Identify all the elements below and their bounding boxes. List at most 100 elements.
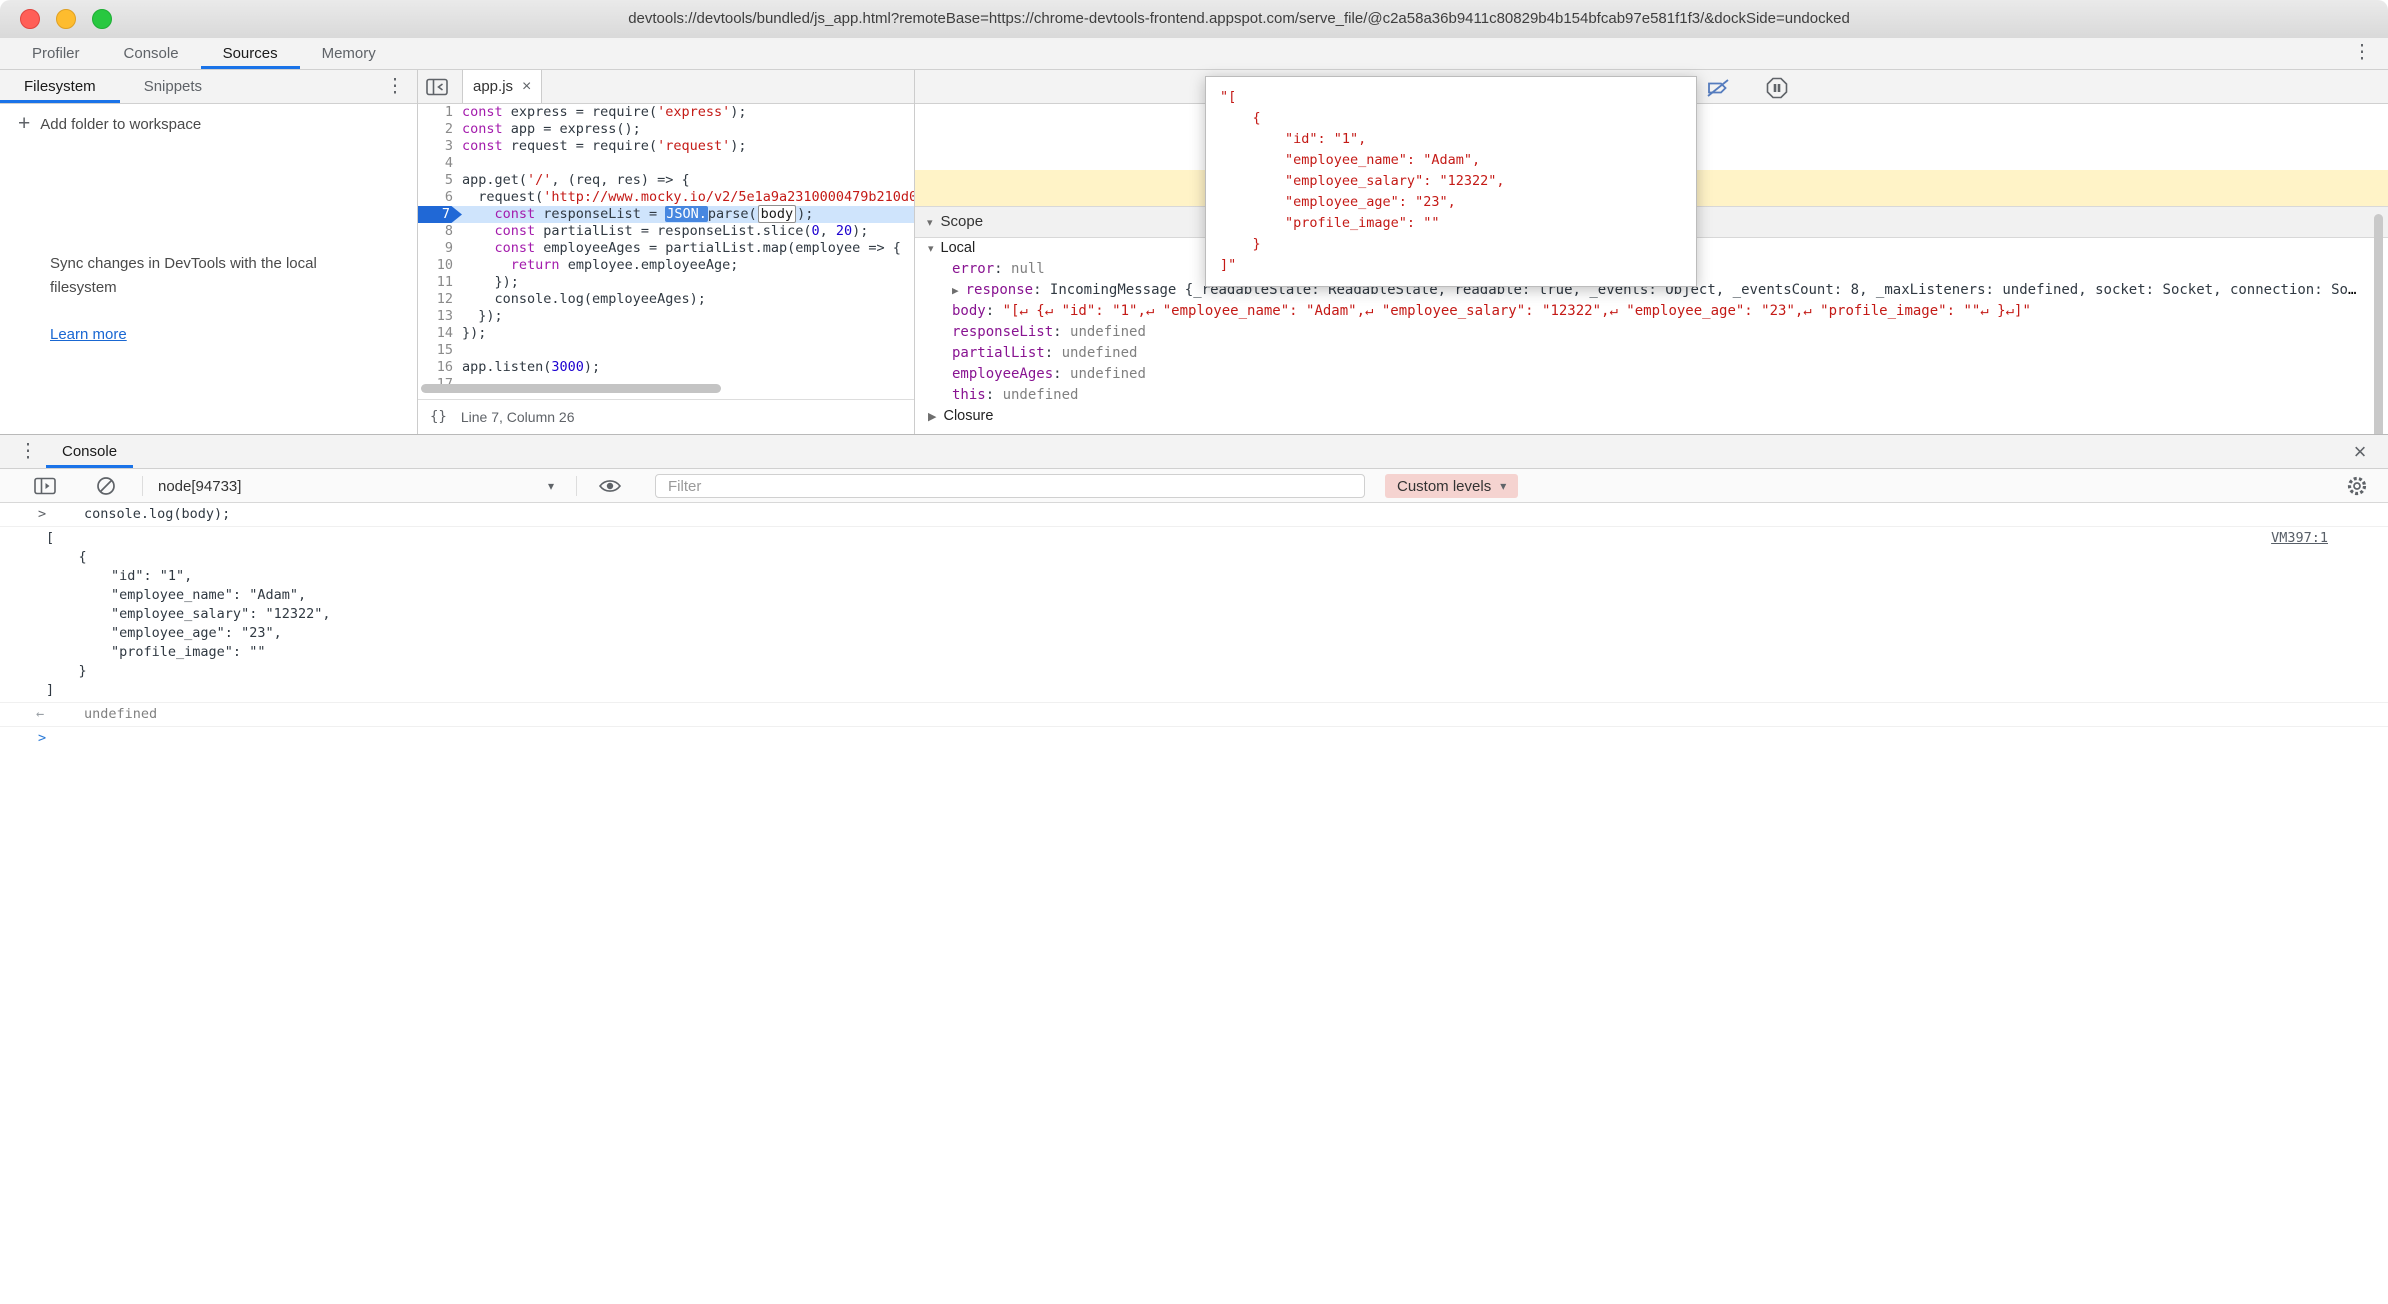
code-line[interactable]: 2const app = express();	[418, 121, 914, 138]
scope-variable-row[interactable]: body: "[↵ {↵ "id": "1",↵ "employee_name"…	[915, 301, 2388, 322]
titlebar: devtools://devtools/bundled/js_app.html?…	[0, 0, 2388, 39]
tab-snippets[interactable]: Snippets	[120, 70, 226, 103]
tab-profiler[interactable]: Profiler	[10, 38, 102, 69]
scrollbar-thumb[interactable]	[421, 384, 721, 393]
zoom-window-button[interactable]	[92, 9, 112, 29]
line-number[interactable]: 3	[418, 138, 462, 155]
code-text: return employee.employeeAge;	[462, 257, 738, 274]
execution-pointer: 7	[418, 206, 462, 223]
line-number[interactable]: 2	[418, 121, 462, 138]
tab-sources[interactable]: Sources	[201, 38, 300, 69]
line-number[interactable]: 7	[418, 206, 462, 223]
live-expression-eye-icon[interactable]	[598, 474, 622, 498]
line-number[interactable]: 14	[418, 325, 462, 342]
navigator-toggle-icon[interactable]	[426, 78, 448, 96]
close-tab-icon[interactable]: ×	[522, 78, 531, 95]
scope-variable-row[interactable]: partialList: undefined	[915, 343, 2388, 364]
line-number[interactable]: 6	[418, 189, 462, 206]
code-line[interactable]: 11 });	[418, 274, 914, 291]
drawer-tab-console[interactable]: Console	[46, 435, 133, 468]
code-text: const responseList = JSON.parse(body);	[462, 206, 813, 223]
code-text: const employeeAges = partialList.map(emp…	[462, 240, 901, 257]
editor-tab-appjs[interactable]: app.js×	[462, 70, 542, 103]
code-line[interactable]: 3const request = require('request');	[418, 138, 914, 155]
variable-name: this	[952, 387, 986, 403]
devtools-window: devtools://devtools/bundled/js_app.html?…	[0, 0, 2388, 1304]
code-line[interactable]: 10 return employee.employeeAge;	[418, 257, 914, 274]
variable-name: employeeAges	[952, 366, 1053, 382]
code-line[interactable]: 4	[418, 155, 914, 172]
console-prompt[interactable]: >	[0, 727, 2388, 750]
line-number[interactable]: 13	[418, 308, 462, 325]
tab-memory[interactable]: Memory	[300, 38, 398, 69]
window-title: devtools://devtools/bundled/js_app.html?…	[130, 0, 2348, 38]
variable-value: undefined	[1003, 387, 1079, 403]
code-line[interactable]: 1const express = require('express');	[418, 104, 914, 121]
tab-console[interactable]: Console	[102, 38, 201, 69]
code-line[interactable]: 6 request('http://www.mocky.io/v2/5e1a9a…	[418, 189, 914, 206]
add-folder-button[interactable]: + Add folder to workspace	[18, 110, 201, 138]
context-label: node[94733]	[158, 478, 241, 495]
code-line[interactable]: 7 const responseList = JSON.parse(body);	[418, 206, 914, 223]
code-lines: 1const express = require('express');2con…	[418, 104, 914, 393]
line-number[interactable]: 8	[418, 223, 462, 240]
collapse-icon: ▾	[928, 243, 934, 255]
scope-variable-row[interactable]: this: undefined	[915, 385, 2388, 406]
log-levels-dropdown[interactable]: Custom levels ▾	[1385, 474, 1518, 498]
scope-closure-section[interactable]: ▶Closure	[915, 406, 2388, 427]
console-return-value-entry: ← undefined	[0, 703, 2388, 727]
navigator-more-icon[interactable]: ⋮	[381, 72, 409, 102]
editor-horizontal-scrollbar[interactable]	[418, 383, 914, 394]
value-preview-tooltip: "[ { "id": "1", "employee_name": "Adam",…	[1205, 76, 1697, 287]
more-options-icon[interactable]: ⋮	[2348, 38, 2376, 68]
editor-sidebar-divider[interactable]	[914, 70, 915, 434]
code-text: request('http://www.mocky.io/v2/5e1a9a23…	[462, 189, 914, 206]
console-command-entry[interactable]: > console.log(body);	[0, 503, 2388, 527]
code-line[interactable]: 12 console.log(employeeAges);	[418, 291, 914, 308]
clear-console-icon[interactable]	[96, 474, 116, 498]
minimize-window-button[interactable]	[56, 9, 76, 29]
deactivate-breakpoints-icon[interactable]	[1705, 75, 1731, 101]
console-messages: > console.log(body); [ { "id": "1", "emp…	[0, 503, 2388, 1304]
tab-filesystem[interactable]: Filesystem	[0, 70, 120, 103]
code-line[interactable]: 8 const partialList = responseList.slice…	[418, 223, 914, 240]
line-number[interactable]: 9	[418, 240, 462, 257]
learn-more-link[interactable]: Learn more	[50, 326, 127, 343]
code-line[interactable]: 14});	[418, 325, 914, 342]
add-folder-label: Add folder to workspace	[40, 116, 201, 133]
code-text: const partialList = responseList.slice(0…	[462, 223, 868, 240]
pause-on-exceptions-icon[interactable]	[1764, 75, 1790, 101]
code-editor[interactable]: 1const express = require('express');2con…	[418, 104, 914, 434]
sidebar-scrollbar-thumb[interactable]	[2374, 214, 2383, 434]
tooltip-value-text: "[ { "id": "1", "employee_name": "Adam",…	[1220, 87, 1682, 276]
console-filter-input[interactable]	[655, 474, 1365, 498]
line-number[interactable]: 16	[418, 359, 462, 376]
code-line[interactable]: 16app.listen(3000);	[418, 359, 914, 376]
line-number[interactable]: 15	[418, 342, 462, 359]
console-source-link[interactable]: VM397:1	[2271, 529, 2328, 548]
navigator-editor-divider[interactable]	[417, 70, 418, 434]
cursor-position: Line 7, Column 26	[461, 409, 575, 425]
drawer-more-icon[interactable]: ⋮	[14, 437, 42, 467]
code-line[interactable]: 15	[418, 342, 914, 359]
javascript-context-select[interactable]: node[94733] ▾	[158, 474, 554, 498]
line-number[interactable]: 5	[418, 172, 462, 189]
line-number[interactable]: 11	[418, 274, 462, 291]
code-line[interactable]: 13 });	[418, 308, 914, 325]
console-result-entry[interactable]: [ { "id": "1", "employee_name": "Adam", …	[0, 527, 2388, 703]
code-line[interactable]: 5app.get('/', (req, res) => {	[418, 172, 914, 189]
console-settings-gear-icon[interactable]	[2346, 474, 2368, 498]
close-drawer-icon[interactable]: ×	[2346, 435, 2374, 468]
code-line[interactable]: 9 const employeeAges = partialList.map(e…	[418, 240, 914, 257]
pretty-print-button[interactable]: {}	[430, 409, 447, 425]
scope-variable-row[interactable]: responseList: undefined	[915, 322, 2388, 343]
console-sidebar-toggle-icon[interactable]	[34, 474, 56, 498]
main-tab-bar: Profiler Console Sources Memory ⋮	[0, 38, 2388, 70]
close-window-button[interactable]	[20, 9, 40, 29]
line-number[interactable]: 4	[418, 155, 462, 172]
expand-icon[interactable]: ▶	[952, 284, 959, 297]
scope-variable-row[interactable]: employeeAges: undefined	[915, 364, 2388, 385]
line-number[interactable]: 1	[418, 104, 462, 121]
line-number[interactable]: 10	[418, 257, 462, 274]
line-number[interactable]: 12	[418, 291, 462, 308]
